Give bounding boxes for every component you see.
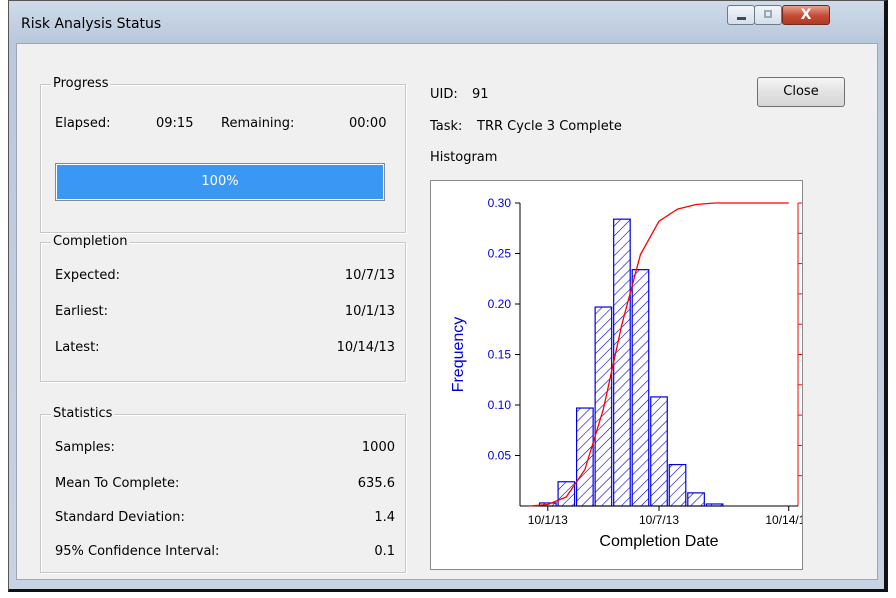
histogram-bar xyxy=(650,396,668,507)
mean-label: Mean To Complete: xyxy=(55,476,180,491)
confidence-value: 0.1 xyxy=(374,544,395,559)
task-value: TRR Cycle 3 Complete xyxy=(477,119,622,134)
latest-value: 10/14/13 xyxy=(336,340,395,355)
remaining-label: Remaining: xyxy=(221,116,295,131)
window-close-button[interactable]: X xyxy=(782,5,830,25)
y-tick-label: 0.30 xyxy=(488,196,512,210)
mean-value: 635.6 xyxy=(357,476,395,491)
task-label: Task: xyxy=(430,119,463,134)
histogram-bar xyxy=(557,481,576,507)
completion-group-title: Completion xyxy=(51,234,130,249)
progress-group-title: Progress xyxy=(51,76,111,91)
earliest-label: Earliest: xyxy=(55,304,108,319)
latest-label: Latest: xyxy=(55,340,100,355)
x-tick-label: 10/1/13 xyxy=(528,513,568,527)
histogram-bar xyxy=(576,407,594,507)
histogram-chart: 0.050.100.150.200.250.300.10.20.30.40.50… xyxy=(430,180,803,570)
x-axis-title: Completion Date xyxy=(599,533,718,550)
statistics-group: Statistics Samples: 1000 Mean To Complet… xyxy=(40,406,406,573)
y-axis-title: Frequency xyxy=(450,317,467,393)
y-tick-label: 0.20 xyxy=(488,297,512,311)
remaining-value: 00:00 xyxy=(349,116,387,131)
expected-label: Expected: xyxy=(55,268,121,283)
histogram-bar xyxy=(613,218,631,507)
uid-value: 91 xyxy=(472,87,489,102)
y-tick-label: 0.05 xyxy=(488,449,512,463)
y-tick-label: 0.25 xyxy=(488,247,512,261)
risk-analysis-window: Risk Analysis Status X Progress Elapsed:… xyxy=(8,0,888,592)
progress-group: Progress Elapsed: 09:15 Remaining: 00:00… xyxy=(40,76,406,233)
histogram-bar xyxy=(668,463,687,507)
close-button[interactable]: Close xyxy=(757,77,845,107)
progress-percent: 100% xyxy=(201,174,239,189)
x-tick-label: 10/14/13 xyxy=(765,513,802,527)
std-dev-value: 1.4 xyxy=(374,510,395,525)
maximize-icon xyxy=(764,10,772,18)
elapsed-value: 09:15 xyxy=(156,116,194,131)
elapsed-label: Elapsed: xyxy=(55,116,111,131)
samples-value: 1000 xyxy=(361,440,395,455)
completion-group: Completion Expected: 10/7/13 Earliest: 1… xyxy=(40,234,406,382)
histogram-bar xyxy=(687,492,705,507)
y-tick-label: 0.10 xyxy=(488,398,512,412)
title-bar[interactable]: Risk Analysis Status X xyxy=(9,1,884,43)
y-tick-label: 0.15 xyxy=(488,348,512,362)
x-tick-label: 10/7/13 xyxy=(639,513,679,527)
minimize-button[interactable] xyxy=(727,5,755,25)
histogram-bar xyxy=(631,269,650,507)
uid-label: UID: xyxy=(430,87,458,102)
std-dev-label: Standard Deviation: xyxy=(55,510,185,525)
maximize-button[interactable] xyxy=(754,5,782,25)
histogram-svg: 0.050.100.150.200.250.300.10.20.30.40.50… xyxy=(450,196,802,550)
close-icon: X xyxy=(800,7,812,23)
statistics-group-title: Statistics xyxy=(51,406,115,421)
histogram-label: Histogram xyxy=(430,150,498,165)
window-title: Risk Analysis Status xyxy=(21,16,162,32)
progress-bar: 100% xyxy=(55,163,385,201)
dialog-client-area: Progress Elapsed: 09:15 Remaining: 00:00… xyxy=(16,43,878,580)
minimize-icon xyxy=(737,17,746,20)
earliest-value: 10/1/13 xyxy=(344,304,395,319)
expected-value: 10/7/13 xyxy=(344,268,395,283)
confidence-label: 95% Confidence Interval: xyxy=(55,544,220,559)
samples-label: Samples: xyxy=(55,440,115,455)
